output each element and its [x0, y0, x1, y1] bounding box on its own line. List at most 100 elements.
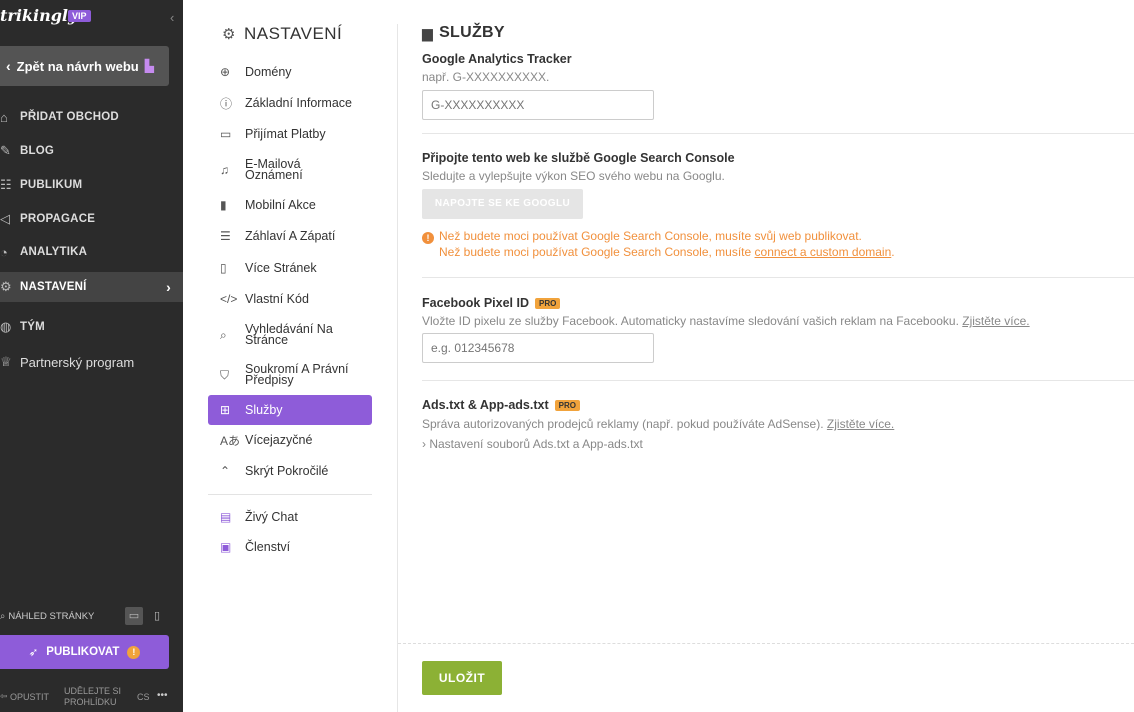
- gsc-warning-suffix: .: [891, 245, 895, 259]
- gsc-warning-text-2: Než budete moci používat Google Search C…: [439, 245, 755, 259]
- submenu-title-text: NASTAVENÍ: [243, 24, 343, 43]
- submenu-divider: [208, 494, 372, 495]
- submenu-label: Soukromí A Právní Předpisy: [245, 362, 349, 387]
- ga-label: Google Analytics Tracker: [422, 52, 572, 66]
- save-button[interactable]: ULOŽIT: [422, 661, 502, 695]
- submenu-hide-advanced[interactable]: ⌃ Skrýt Pokročilé: [208, 456, 372, 486]
- ads-txt-settings-toggle[interactable]: › Nastavení souborů Ads.txt a App-ads.tx…: [422, 437, 643, 451]
- ga-desc: např. G-XXXXXXXXXX.: [422, 70, 550, 84]
- pro-badge: PRO: [554, 400, 580, 411]
- submenu-label: E-Mailová Oznámení: [245, 157, 303, 182]
- nav-settings[interactable]: ⚙ NASTAVENÍ ›: [0, 272, 183, 302]
- logo-row: trikingly VIP ‹: [0, 6, 183, 28]
- gsc-label: Připojte tento web ke službě Google Sear…: [422, 151, 735, 165]
- member-icon: ▣: [220, 540, 232, 554]
- chart-icon: ◔: [0, 244, 9, 260]
- submenu-label: Přijímat Platby: [245, 126, 326, 141]
- nav-analytics[interactable]: ◔ ANALYTIKA: [0, 237, 183, 267]
- chevron-up-icon: ⌃: [220, 464, 231, 478]
- tour-link-line2[interactable]: PROHLÍDKU: [64, 697, 117, 707]
- desktop-icon[interactable]: ▭: [125, 607, 143, 625]
- nav-team[interactable]: ◍ TÝM: [0, 312, 183, 342]
- submenu-mobile-actions[interactable]: ▮ Mobilní Akce: [208, 190, 372, 220]
- users-icon: ☷: [0, 177, 12, 192]
- submenu-custom-code[interactable]: </> Vlastní Kód: [208, 284, 372, 314]
- page-title: ▆ SLUŽBY: [422, 24, 505, 42]
- nav-label: PUBLIKUM: [20, 179, 83, 191]
- trophy-icon: ♕: [0, 354, 12, 369]
- megaphone-icon: ◁: [0, 211, 11, 226]
- submenu-membership[interactable]: ▣ Členství: [208, 532, 372, 562]
- page-icon: ▙: [144, 59, 154, 73]
- fb-pixel-input[interactable]: [422, 333, 654, 363]
- logo[interactable]: trikingly: [0, 6, 77, 25]
- more-icon[interactable]: •••: [157, 690, 168, 701]
- fb-learn-more-link[interactable]: Zjistěte více.: [962, 314, 1029, 328]
- nav-audience[interactable]: ☷ PUBLIKUM: [0, 170, 183, 200]
- briefcase-icon: ▆: [422, 24, 434, 41]
- submenu-email-notifications[interactable]: ♫ E-Mailová Oznámení: [208, 155, 372, 185]
- submenu-privacy-legal[interactable]: ⛉ Soukromí A Právní Předpisy: [208, 360, 372, 390]
- submenu-services[interactable]: ⊞ Služby: [208, 395, 372, 425]
- main-sidebar: trikingly VIP ‹ ‹ Zpět na návrh webu ▙ ⌂…: [0, 0, 183, 712]
- fb-pixel-desc-text: Vložte ID pixelu ze služby Facebook. Aut…: [422, 314, 963, 328]
- submenu-multilingual[interactable]: Aあ Vícejazyčné: [208, 425, 372, 455]
- gsc-warning-1: ! Než budete moci používat Google Search …: [422, 229, 862, 244]
- language-selector[interactable]: CS: [137, 692, 150, 702]
- info-icon: ⓘ: [220, 96, 233, 111]
- warning-icon: !: [422, 232, 434, 244]
- gsc-warning-2: Než budete moci používat Google Search C…: [439, 245, 895, 259]
- back-to-editor-button[interactable]: ‹ Zpět na návrh webu ▙: [0, 46, 169, 86]
- submenu-label: Vícejazyčné: [245, 432, 313, 447]
- connect-custom-domain-link[interactable]: connect a custom domain: [755, 245, 892, 259]
- chevron-right-icon: ›: [166, 279, 171, 295]
- submenu-multiple-pages[interactable]: ▯ Více Stránek: [208, 253, 372, 283]
- nav-label: TÝM: [20, 321, 45, 333]
- code-icon: </>: [220, 292, 238, 306]
- ads-txt-desc: Správa autorizovaných prodejců reklamy (…: [422, 417, 894, 431]
- preview-label[interactable]: NÁHLED STRÁNKY: [8, 611, 94, 622]
- publish-button[interactable]: ➶ PUBLIKOVAT !: [0, 635, 169, 669]
- pages-icon: ▯: [220, 261, 227, 275]
- back-label: Zpět na návrh webu: [16, 58, 139, 74]
- section-divider: [422, 277, 1134, 278]
- submenu-payments[interactable]: ▭ Přijímat Platby: [208, 119, 372, 149]
- mobile-icon[interactable]: ▯: [148, 607, 166, 625]
- submenu-label: Vyhledávání Na Stránce: [245, 322, 333, 347]
- fb-pixel-desc: Vložte ID pixelu ze služby Facebook. Aut…: [422, 314, 1030, 328]
- chevron-left-icon: ‹: [6, 58, 11, 74]
- publish-label: PUBLIKOVAT: [46, 646, 120, 658]
- store-icon: ⌂: [0, 109, 9, 125]
- submenu-label: Vlastní Kód: [245, 291, 309, 306]
- connect-google-button[interactable]: NAPOJTE SE KE GOOGLU: [422, 189, 583, 219]
- collapse-icon[interactable]: ‹: [170, 10, 174, 25]
- ga-tracker-input[interactable]: [422, 90, 654, 120]
- fb-pixel-label-text: Facebook Pixel ID: [422, 296, 529, 310]
- submenu-label: Záhlaví A Zápatí: [245, 228, 336, 243]
- sidebar-footer: ⇦ OPUSTIT UDĚLEJTE SI PROHLÍDKU CS •••: [0, 686, 183, 710]
- shield-icon: ⛉: [220, 367, 230, 382]
- gsc-warning-text-1: Než budete moci používat Google Search C…: [439, 229, 862, 243]
- submenu-site-search[interactable]: ⌕ Vyhledávání Na Stránce: [208, 320, 372, 350]
- submenu-live-chat[interactable]: ▤ Živý Chat: [208, 502, 372, 532]
- exit-link[interactable]: OPUSTIT: [10, 692, 49, 702]
- nav-add-store[interactable]: ⌂ PŘIDAT OBCHOD: [0, 102, 183, 132]
- vip-badge: VIP: [68, 10, 91, 22]
- submenu-domains[interactable]: ⊕ Domény: [208, 57, 372, 87]
- section-divider: [422, 380, 1134, 381]
- warning-icon: !: [127, 645, 141, 659]
- submenu-header-footer[interactable]: ☰ Záhlaví A Zápatí: [208, 221, 372, 251]
- translate-icon: Aあ: [220, 433, 241, 448]
- globe-icon: ⊕: [220, 65, 231, 79]
- submenu-label: Domény: [245, 64, 292, 79]
- nav-partner-program[interactable]: ♕ Partnerský program: [0, 347, 183, 377]
- nav-promotion[interactable]: ◁ PROPAGACE: [0, 204, 183, 234]
- tour-link-line1[interactable]: UDĚLEJTE SI: [64, 686, 121, 696]
- submenu-basic-info[interactable]: ⓘ Základní Informace: [208, 88, 372, 118]
- nav-blog[interactable]: ✎ BLOG: [0, 136, 183, 166]
- submenu-label: Služby: [245, 402, 283, 417]
- nav-label: PŘIDAT OBCHOD: [20, 111, 119, 123]
- ads-learn-more-link[interactable]: Zjistěte více.: [827, 417, 894, 431]
- ads-txt-desc-text: Správa autorizovaných prodejců reklamy (…: [422, 417, 827, 431]
- pro-badge: PRO: [534, 298, 561, 309]
